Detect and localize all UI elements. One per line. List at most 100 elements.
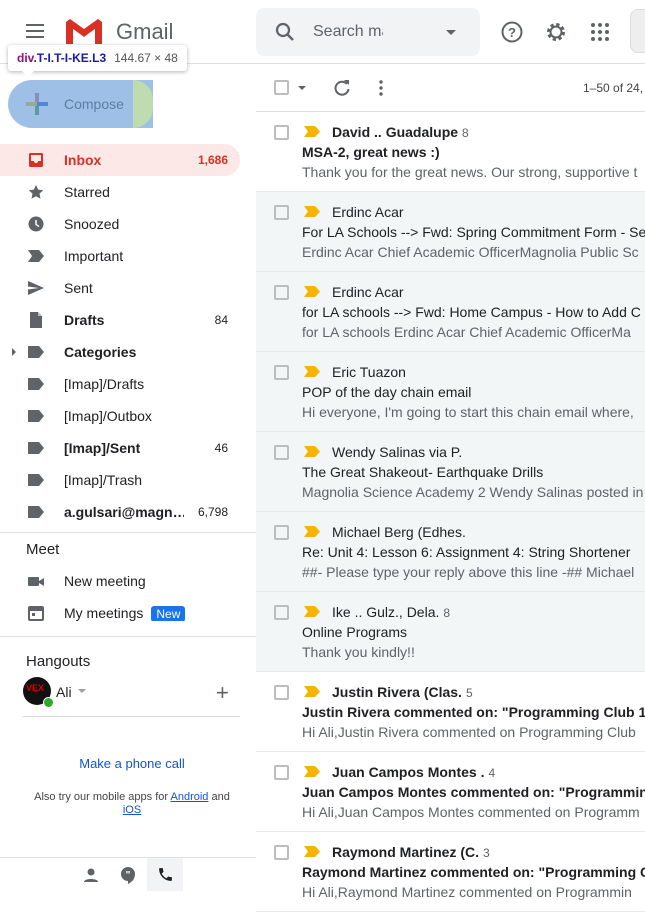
row-checkbox[interactable] <box>274 525 289 540</box>
thread-count: 3 <box>483 846 490 860</box>
important-marker-icon[interactable] <box>304 766 320 777</box>
email-row[interactable]: David .. Guadalupe 8 MSA-2, great news :)… <box>256 112 645 192</box>
sidebar-item-imap-drafts[interactable]: [Imap]/Drafts <box>0 368 240 400</box>
expand-arrow-icon[interactable] <box>12 348 16 356</box>
important-marker-icon[interactable] <box>304 686 320 697</box>
contacts-person-icon[interactable] <box>83 867 99 883</box>
email-subject: For LA Schools --> Fwd: Spring Commitmen… <box>302 224 645 240</box>
main-menu-icon[interactable] <box>26 24 44 42</box>
email-row[interactable]: Juan Campos Montes .4 Juan Campos Montes… <box>256 752 645 832</box>
new-meeting-item[interactable]: New meeting <box>0 565 240 597</box>
calendar-icon <box>28 606 44 621</box>
email-sender: Justin Rivera (Clas. 5 <box>332 684 473 700</box>
sidebar-item-snoozed[interactable]: Snoozed <box>0 208 240 240</box>
refresh-icon[interactable] <box>333 79 351 97</box>
hangouts-avatar[interactable]: VEX <box>23 677 54 708</box>
email-subject: Raymond Martinez commented on: "Programm… <box>302 864 645 880</box>
row-checkbox[interactable] <box>274 285 289 300</box>
sidebar-item-a-gulsari-magn[interactable]: a.gulsari@magn… 6,798 <box>0 496 240 528</box>
row-checkbox[interactable] <box>274 845 289 860</box>
video-camera-icon <box>28 577 44 586</box>
row-checkbox[interactable] <box>274 205 289 220</box>
sidebar-item-label: Categories <box>64 344 137 360</box>
select-all-checkbox[interactable] <box>274 80 289 95</box>
sidebar-item-categories[interactable]: Categories <box>0 336 240 368</box>
important-marker-icon[interactable] <box>304 286 320 297</box>
account-avatar[interactable] <box>630 9 645 53</box>
hangouts-user[interactable]: Ali <box>56 684 86 700</box>
draft-icon <box>30 312 42 328</box>
row-checkbox[interactable] <box>274 125 289 140</box>
email-sender: Juan Campos Montes .4 <box>332 764 496 780</box>
email-subject: The Great Shakeout- Earthquake Drills <box>302 464 544 480</box>
search-icon[interactable] <box>274 21 296 43</box>
important-marker-icon[interactable] <box>304 526 320 537</box>
email-snippet: Magnolia Science Academy 2 Wendy Salinas… <box>302 484 644 500</box>
email-row[interactable]: Michael Berg (Edhes. Re: Unit 4: Lesson … <box>256 512 645 592</box>
sidebar-item-label: Sent <box>64 280 93 296</box>
email-snippet: Thank you kindly!! <box>302 644 415 660</box>
compose-button[interactable]: Compose <box>8 80 153 128</box>
hangouts-chat-icon[interactable]: " <box>120 867 136 884</box>
label-icon <box>28 506 44 518</box>
sidebar-item-starred[interactable]: Starred <box>0 176 240 208</box>
email-row[interactable]: Eric Tuazon POP of the day chain email H… <box>256 352 645 432</box>
new-meeting-label: New meeting <box>64 573 146 589</box>
help-icon[interactable]: ? <box>500 20 524 44</box>
tooltip-size: 144.67 × 48 <box>114 51 178 65</box>
unread-count: 46 <box>214 441 228 455</box>
row-checkbox[interactable] <box>274 605 289 620</box>
email-subject: for LA schools --> Fwd: Home Campus - Ho… <box>302 304 641 320</box>
row-checkbox[interactable] <box>274 445 289 460</box>
important-marker-icon[interactable] <box>304 606 320 617</box>
svg-text:": " <box>126 870 131 881</box>
email-row[interactable]: Erdinc Acar for LA schools --> Fwd: Home… <box>256 272 645 352</box>
search-box[interactable]: Search mail <box>256 8 480 56</box>
row-checkbox[interactable] <box>274 685 289 700</box>
more-options-icon[interactable] <box>378 80 384 96</box>
unread-count: 1,686 <box>197 153 228 167</box>
inbox-icon <box>29 153 43 167</box>
sidebar-item-label: Important <box>64 248 124 264</box>
email-row[interactable]: Ike .. Gulz., Dela. 8 Online Programs Tha… <box>256 592 645 672</box>
label-icon <box>28 346 44 358</box>
important-marker-icon[interactable] <box>304 206 320 217</box>
sidebar-item-imap-outbox[interactable]: [Imap]/Outbox <box>0 400 240 432</box>
android-link[interactable]: Android <box>171 791 209 803</box>
gmail-logo[interactable] <box>66 18 102 46</box>
ios-link[interactable]: iOS <box>123 804 141 816</box>
sidebar-item-imap-sent[interactable]: [Imap]/Sent 46 <box>0 432 240 464</box>
tooltip-classes: .T-I.T-I-KE.L3 <box>33 51 107 65</box>
email-row[interactable]: Justin Rivera (Clas. 5 Justin Rivera comm… <box>256 672 645 752</box>
phone-tab[interactable] <box>147 858 183 891</box>
sidebar-item-label: [Imap]/Outbox <box>64 408 152 424</box>
important-marker-icon[interactable] <box>304 846 320 857</box>
hangouts-footer: " <box>0 857 256 891</box>
sidebar-item-drafts[interactable]: Drafts 84 <box>0 304 240 336</box>
row-checkbox[interactable] <box>274 365 289 380</box>
sidebar-item-important[interactable]: Important <box>0 240 240 272</box>
search-input[interactable]: Search mail <box>313 23 383 41</box>
label-icon <box>28 474 44 486</box>
add-contact-plus-icon[interactable]: + <box>216 680 229 706</box>
important-marker-icon[interactable] <box>304 126 320 137</box>
search-options-icon[interactable] <box>446 30 456 40</box>
email-row[interactable]: Raymond Martinez (C. 3 Raymond Martinez c… <box>256 832 645 912</box>
sidebar-item-imap-trash[interactable]: [Imap]/Trash <box>0 464 240 496</box>
settings-gear-icon[interactable] <box>544 20 568 44</box>
email-row[interactable]: Wendy Salinas via P. The Great Shakeout-… <box>256 432 645 512</box>
sidebar-item-sent[interactable]: Sent <box>0 272 240 304</box>
email-sender: Eric Tuazon <box>332 364 406 380</box>
select-dropdown-icon[interactable] <box>298 86 306 94</box>
important-marker-icon[interactable] <box>304 446 320 457</box>
sidebar-item-inbox[interactable]: Inbox 1,686 <box>0 144 240 176</box>
my-meetings-item[interactable]: My meetings New <box>0 597 240 629</box>
email-sender: Wendy Salinas via P. <box>332 444 463 460</box>
make-phone-call-link[interactable]: Make a phone call <box>0 756 264 771</box>
apps-grid-icon[interactable] <box>588 20 612 44</box>
important-marker-icon[interactable] <box>304 366 320 377</box>
row-checkbox[interactable] <box>274 765 289 780</box>
email-subject: POP of the day chain email <box>302 384 472 400</box>
send-icon <box>28 281 44 295</box>
email-row[interactable]: Erdinc Acar For LA Schools --> Fwd: Spri… <box>256 192 645 272</box>
